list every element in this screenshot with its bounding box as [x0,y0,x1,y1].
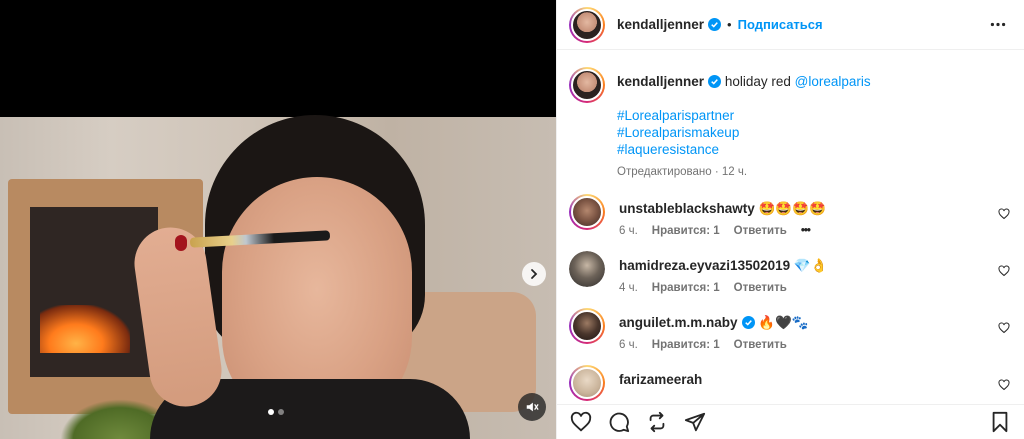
comment-username[interactable]: farizameerah [619,372,702,387]
commenter-avatar[interactable] [569,251,605,287]
muted-speaker-icon [526,402,539,412]
post-action-bar [557,404,1024,439]
caption-username[interactable]: kendalljenner [617,74,704,89]
comment-time[interactable]: 4 ч. [619,282,638,294]
follow-button[interactable]: Подписаться [738,17,823,32]
comment-username[interactable]: hamidreza.eyvazi13502019 [619,258,790,273]
hashtag-link[interactable]: #Lorealparismakeup [617,124,871,141]
comment-time[interactable]: 6 ч. [619,225,638,237]
caption-author-avatar[interactable] [569,67,605,103]
caption-hashtags: #Lorealparispartner #Lorealparismakeup #… [617,107,871,158]
more-horizontal-icon [990,22,1006,27]
comment-likes[interactable]: Нравится: 1 [652,225,720,237]
commenter-avatar[interactable] [569,365,605,401]
comment-item: unstableblackshawty 🤩🤩🤩🤩 6 ч. Нравится: … [569,194,1010,237]
post-header: kendalljenner • Подписаться [557,0,1024,50]
like-button[interactable] [569,410,593,434]
caption-text: holiday red [724,74,791,89]
bookmark-icon [992,411,1008,433]
comment-item: farizameerah [569,365,1010,401]
share-button[interactable] [683,410,707,434]
comment-icon [609,412,630,433]
reply-button[interactable]: Ответить [734,282,787,294]
post-caption: kendalljenner holiday red @lorealparis #… [569,51,1010,181]
hashtag-link[interactable]: #laqueresistance [617,141,871,158]
post-media[interactable] [0,0,556,439]
comment-text: 🔥🖤🐾 [758,315,809,330]
comment-button[interactable] [607,410,631,434]
comments-list[interactable]: kendalljenner holiday red @lorealparis #… [557,51,1024,404]
carousel-next-button[interactable] [522,262,546,286]
post-photo [0,115,556,439]
header-separator: • [727,17,732,32]
heart-outline-icon[interactable] [998,322,1010,334]
carousel-dot-active [268,409,274,415]
comment-item: anguilet.m.m.naby 🔥🖤🐾 6 ч. Нравится: 1 О… [569,308,1010,351]
heart-outline-icon[interactable] [998,379,1010,391]
edited-label: Отредактировано [617,166,712,178]
heart-outline-icon[interactable] [998,265,1010,277]
verified-badge-icon [708,18,722,31]
comment-time[interactable]: 6 ч. [619,339,638,351]
commenter-avatar[interactable] [569,194,605,230]
verified-badge-icon [741,316,755,329]
comment-likes[interactable]: Нравится: 1 [652,339,720,351]
carousel-indicator [268,409,284,415]
heart-outline-icon[interactable] [998,208,1010,220]
repost-icon [649,411,665,433]
reply-button[interactable]: Ответить [734,339,787,351]
comment-text: 🤩🤩🤩🤩 [758,201,826,216]
caption-meta: Отредактировано12 ч. [617,164,871,181]
carousel-dot [278,409,284,415]
commenter-avatar[interactable] [569,308,605,344]
instagram-post-view: kendalljenner • Подписаться kendalljenne… [0,0,1024,439]
save-button[interactable] [988,410,1012,434]
author-avatar[interactable] [569,6,605,43]
comment-item: hamidreza.eyvazi13502019 💎👌 4 ч. Нравитс… [569,251,1010,294]
chevron-right-icon [531,269,538,279]
post-time[interactable]: 12 ч. [712,166,747,178]
caption-mention[interactable]: @lorealparis [795,74,871,89]
comment-username[interactable]: anguilet.m.m.naby [619,315,738,330]
share-icon [684,412,706,432]
mute-toggle-button[interactable] [518,393,546,421]
heart-outline-icon [570,411,592,432]
comment-more-options[interactable]: ••• [801,225,811,237]
verified-badge-icon [708,75,722,88]
more-options-button[interactable] [986,13,1010,37]
comment-username[interactable]: unstableblackshawty [619,201,755,216]
reply-button[interactable]: Ответить [734,225,787,237]
hashtag-link[interactable]: #Lorealparispartner [617,107,871,124]
comment-text: 💎👌 [793,258,828,273]
author-username[interactable]: kendalljenner [617,17,704,32]
comment-likes[interactable]: Нравится: 1 [652,282,720,294]
post-side-panel: kendalljenner • Подписаться kendalljenne… [556,0,1024,439]
repost-button[interactable] [645,410,669,434]
